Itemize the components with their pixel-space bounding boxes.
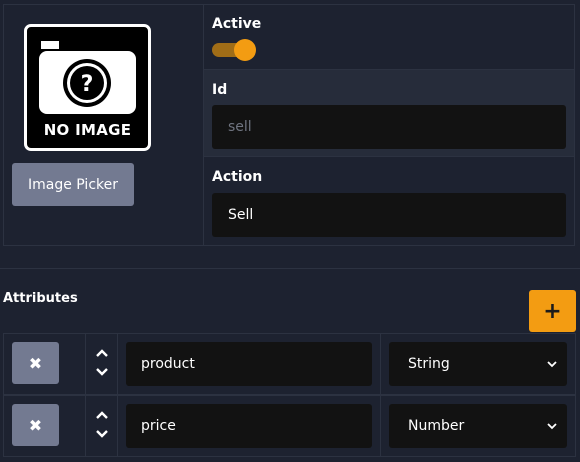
delete-cell: ✖ [4,396,86,456]
attribute-type-value: String [408,356,450,372]
image-picker-button[interactable]: Image Picker [12,163,134,206]
type-cell: String [381,334,575,394]
id-input[interactable]: sell [212,105,566,149]
image-column: ? NO IMAGE Image Picker [4,5,204,245]
delete-attribute-button[interactable]: ✖ [12,404,59,446]
attribute-row: ✖ product String [3,333,576,395]
active-field: Active [204,5,574,69]
chevron-down-icon [547,360,557,367]
delete-attribute-button[interactable]: ✖ [12,342,59,384]
name-cell: product [118,334,381,394]
no-image-label: NO IMAGE [43,121,132,139]
attribute-name-input[interactable]: product [126,342,372,386]
move-down-button[interactable] [92,362,112,380]
chevron-up-icon [95,410,108,419]
attribute-type-select[interactable]: String [389,342,567,386]
attribute-name-input[interactable]: price [126,404,372,448]
chevron-down-icon [547,422,557,429]
close-icon: ✖ [28,415,43,435]
attribute-row: ✖ price Number [3,395,576,457]
move-down-button[interactable] [92,424,112,442]
move-up-button[interactable] [92,344,112,362]
reorder-cell [86,396,118,456]
action-input[interactable]: Sell [212,193,566,237]
no-image-placeholder: ? NO IMAGE [24,24,151,151]
chevron-down-icon [95,367,108,376]
type-cell: Number [381,396,575,456]
add-attribute-button[interactable]: + [529,290,576,332]
svg-text:?: ? [81,72,94,97]
move-up-button[interactable] [92,406,112,424]
properties-panel: ? NO IMAGE Image Picker Active Id sell A… [3,4,575,246]
chevron-up-icon [95,348,108,357]
action-field: Action Sell [204,157,574,245]
fields-column: Active Id sell Action Sell [204,5,574,245]
attribute-type-value: Number [408,418,465,434]
action-label: Action [212,169,263,185]
attributes-title: Attributes [3,291,78,306]
id-field: Id sell [204,69,574,157]
toggle-knob [234,39,256,61]
id-label: Id [212,82,228,98]
active-label: Active [212,16,262,32]
active-toggle[interactable] [212,39,256,61]
section-divider [0,268,580,269]
attribute-type-select[interactable]: Number [389,404,567,448]
chevron-down-icon [95,429,108,438]
reorder-cell [86,334,118,394]
name-cell: price [118,396,381,456]
close-icon: ✖ [28,353,43,373]
delete-cell: ✖ [4,334,86,394]
